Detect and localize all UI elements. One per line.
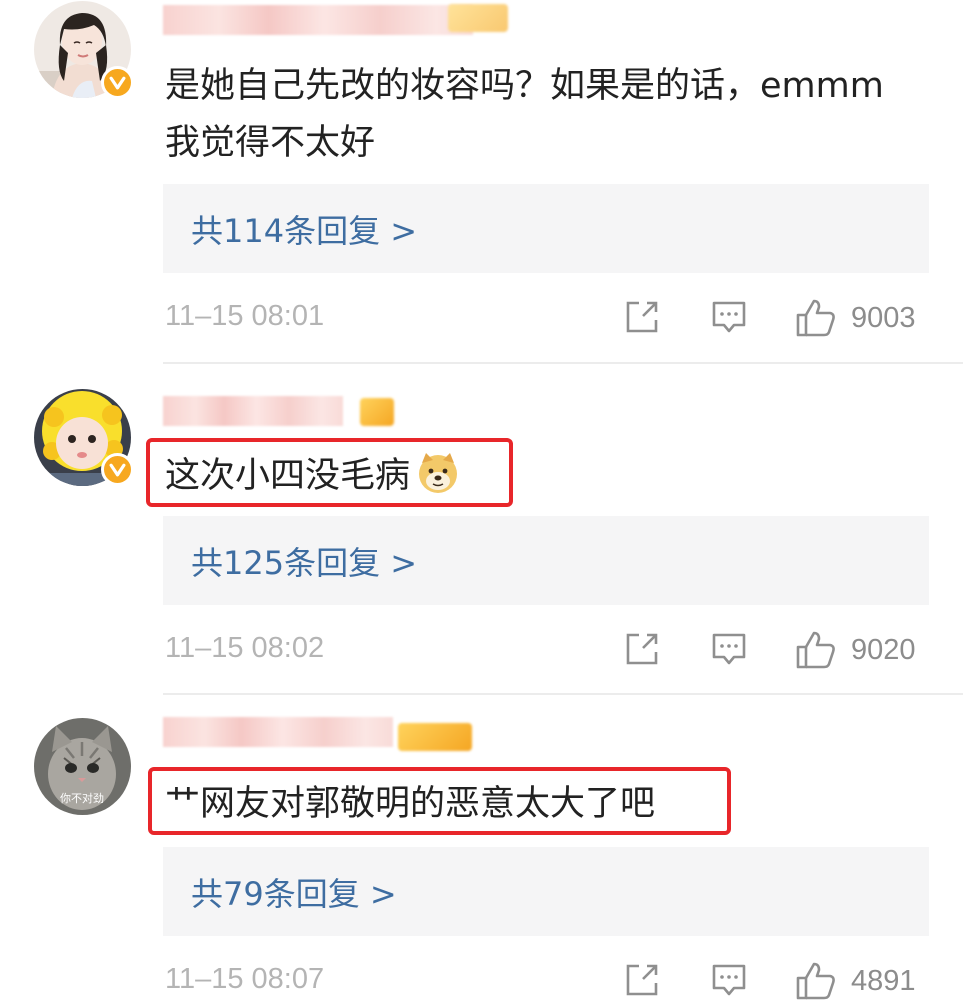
username-redacted[interactable] <box>163 396 343 426</box>
username-redacted[interactable] <box>163 717 393 747</box>
replies-link[interactable]: 共79条回复 > <box>191 869 397 915</box>
comment-item: 你不对劲 艹网友对郭敬明的恶意太大了吧 共79条回复 > 11–15 08:07… <box>0 693 963 1000</box>
thumbs-up-icon <box>796 962 835 1000</box>
like-button[interactable]: 4891 <box>795 961 916 1000</box>
like-button[interactable]: 9020 <box>795 630 916 670</box>
like-button[interactable]: 9003 <box>795 298 916 338</box>
comment-text: 是她自己先改的妆容吗？如果是的话，emmm我觉得不太好 <box>165 66 884 163</box>
comment-text: 艹网友对郭敬明的恶意太大了吧 <box>165 784 656 824</box>
verified-badge-icon <box>101 66 134 99</box>
like-count: 9020 <box>851 633 916 666</box>
replies-panel[interactable]: 共79条回复 > <box>163 847 929 936</box>
share-icon[interactable] <box>623 298 661 336</box>
timestamp: 11–15 08:02 <box>165 632 325 664</box>
comment-reply-icon[interactable] <box>710 961 748 999</box>
avatar[interactable]: 你不对劲 <box>34 718 131 815</box>
comment-feed: 是她自己先改的妆容吗？如果是的话，emmm我觉得不太好 共114条回复 > 11… <box>0 0 963 1000</box>
comment-item: 这次小四没毛病 共125条回复 > 11–15 08:02 9020 <box>0 362 963 693</box>
username-redacted[interactable] <box>163 5 473 35</box>
timestamp: 11–15 08:07 <box>165 963 325 995</box>
share-icon[interactable] <box>623 961 661 999</box>
doge-icon <box>419 453 458 493</box>
member-badge-icon <box>448 4 508 32</box>
comment-reply-icon[interactable] <box>710 298 748 336</box>
comment-item: 是她自己先改的妆容吗？如果是的话，emmm我觉得不太好 共114条回复 > 11… <box>0 0 963 362</box>
replies-link[interactable]: 共114条回复 > <box>191 206 417 252</box>
comment-text: 这次小四没毛病 <box>165 448 460 505</box>
replies-link[interactable]: 共125条回复 > <box>191 538 417 584</box>
replies-panel[interactable]: 共114条回复 > <box>163 184 929 273</box>
divider <box>163 362 963 364</box>
member-badge-icon <box>398 723 472 751</box>
like-count: 4891 <box>851 964 916 997</box>
avatar-caption: 你不对劲 <box>60 791 104 805</box>
thumbs-up-icon <box>796 631 835 669</box>
like-count: 9003 <box>851 301 916 334</box>
comment-text-content: 这次小四没毛病 <box>165 456 411 496</box>
divider <box>163 693 963 695</box>
replies-panel[interactable]: 共125条回复 > <box>163 516 929 605</box>
comment-reply-icon[interactable] <box>710 630 748 668</box>
verified-badge-icon <box>101 453 134 486</box>
share-icon[interactable] <box>623 630 661 668</box>
member-badge-icon <box>360 398 394 426</box>
thumbs-up-icon <box>796 299 835 337</box>
timestamp: 11–15 08:01 <box>165 300 325 332</box>
